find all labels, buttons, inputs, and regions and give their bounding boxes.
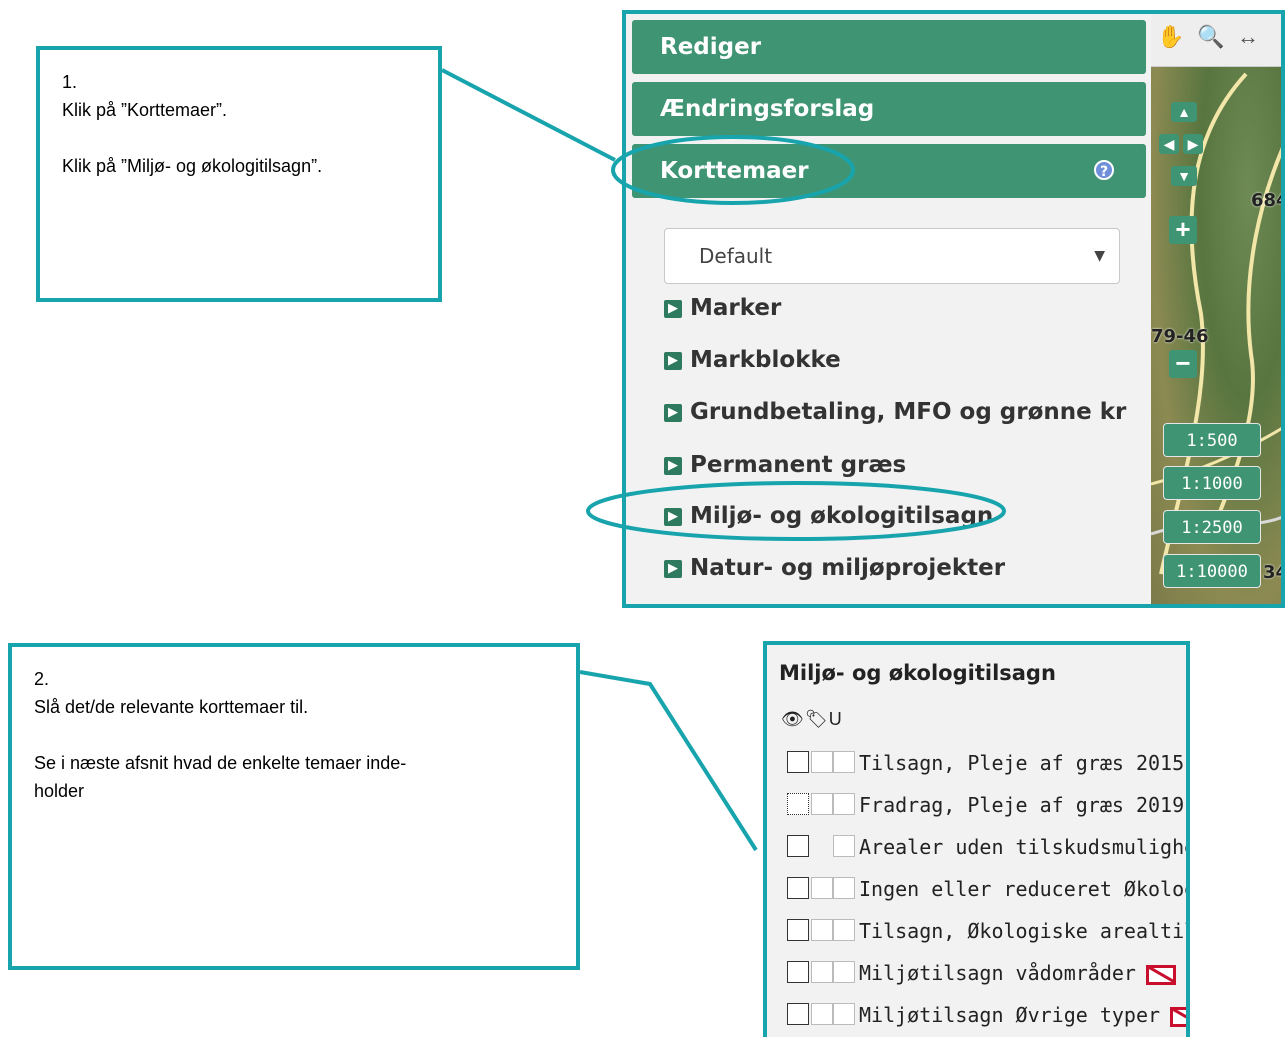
layer-label: Permanent græs bbox=[690, 452, 907, 478]
snap-checkbox[interactable] bbox=[833, 751, 855, 773]
zoom-magnifier-icon[interactable]: 🔍 bbox=[1197, 24, 1224, 50]
snap-checkbox[interactable] bbox=[833, 793, 855, 815]
expand-arrow-icon: ▶ bbox=[664, 403, 682, 422]
pan-down-icon[interactable]: ▼ bbox=[1171, 166, 1197, 186]
layer-row: Tilsagn, Pleje af græs 2015-2 bbox=[781, 749, 1190, 777]
visibility-checkbox[interactable] bbox=[787, 793, 809, 815]
pan-left-icon[interactable]: ◀ bbox=[1159, 134, 1179, 154]
accordion-label: Rediger bbox=[660, 34, 762, 60]
instruction-text: Se i næste afsnit hvad de enkelte temaer… bbox=[34, 753, 407, 773]
instruction-text: Slå det/de relevante korttemaer til. bbox=[34, 697, 309, 717]
screenshot-korttemaer-panel: Rediger Ændringsforslag Korttemaer ? Def… bbox=[622, 10, 1285, 608]
zoom-out-button[interactable]: − bbox=[1169, 350, 1197, 378]
instruction-text: Klik på ”Korttemaer”. bbox=[62, 100, 228, 120]
layer-name: Tilsagn, Økologiske arealtilsk bbox=[859, 919, 1190, 943]
layer-row: Fradrag, Pleje af græs 2019 | bbox=[781, 791, 1190, 819]
instruction-text: holder bbox=[34, 781, 85, 801]
layer-label: Markblokke bbox=[690, 347, 841, 373]
legend-swatch-icon bbox=[1145, 964, 1176, 985]
layer-name: Ingen eller reduceret Økolog bbox=[859, 877, 1190, 901]
layer-group-natur-miljoeprojekter[interactable]: ▶ Natur- og miljøprojekter bbox=[664, 553, 1005, 583]
layer-label: Miljø- og økologitilsagn bbox=[690, 503, 994, 529]
layer-label: Natur- og miljøprojekter bbox=[690, 555, 1006, 581]
map-label: 684 bbox=[1251, 190, 1285, 211]
accordion-aendringsforslag[interactable]: Ændringsforslag bbox=[632, 82, 1146, 136]
layer-group-permanent-graes[interactable]: ▶ Permanent græs bbox=[664, 450, 906, 480]
scale-button-2500[interactable]: 1:2500 bbox=[1163, 510, 1261, 544]
accordion-label: Ændringsforslag bbox=[660, 96, 875, 122]
column-header-icons: 👁🏷U bbox=[781, 709, 843, 729]
pan-hand-icon[interactable]: ✋ bbox=[1157, 24, 1184, 50]
chevron-down-icon: ▼ bbox=[1094, 248, 1105, 264]
layer-label: Grundbetaling, MFO og grønne kr bbox=[690, 399, 1127, 425]
visibility-checkbox[interactable] bbox=[787, 835, 809, 857]
layer-group-miljoe-oekologitilsagn[interactable]: ▶ Miljø- og økologitilsagn bbox=[664, 501, 993, 531]
label-checkbox[interactable] bbox=[811, 751, 833, 773]
expand-arrow-icon: ▶ bbox=[664, 507, 682, 526]
layer-row: Arealer uden tilskudsmulighe bbox=[781, 833, 1190, 861]
accordion-label: Korttemaer bbox=[660, 158, 809, 184]
step-number: 1. bbox=[62, 72, 78, 92]
layer-name: Tilsagn, Pleje af græs 2015-2 bbox=[859, 751, 1190, 775]
map-label: 34 bbox=[1263, 562, 1281, 583]
label-checkbox[interactable] bbox=[811, 919, 833, 941]
accordion-korttemaer[interactable]: Korttemaer ? bbox=[632, 144, 1146, 198]
visibility-checkbox[interactable] bbox=[787, 961, 809, 983]
layer-label: Marker bbox=[690, 295, 782, 321]
scale-button-1000[interactable]: 1:1000 bbox=[1163, 466, 1261, 500]
layer-name: Fradrag, Pleje af græs 2019 | bbox=[859, 793, 1190, 817]
expand-arrow-icon: ▶ bbox=[664, 456, 682, 475]
pan-right-icon[interactable]: ▶ bbox=[1183, 134, 1203, 154]
map-view[interactable]: ✋ 🔍 ↔ ▲ ◀ ▶ ▼ + − 684 79-46 34 1:500 1:1… bbox=[1151, 14, 1285, 604]
zoom-in-button[interactable]: + bbox=[1169, 216, 1197, 244]
expand-arrow-icon: ▶ bbox=[664, 351, 682, 370]
label-checkbox[interactable] bbox=[811, 1003, 833, 1025]
snap-checkbox[interactable] bbox=[833, 877, 855, 899]
panel-title: Miljø- og økologitilsagn bbox=[779, 661, 1056, 685]
layer-group-markblokke[interactable]: ▶ Markblokke bbox=[664, 345, 841, 375]
layer-row: Miljøtilsagn vådområder bbox=[781, 959, 1186, 987]
snap-checkbox[interactable] bbox=[833, 1003, 855, 1025]
pan-up-icon[interactable]: ▲ bbox=[1171, 102, 1197, 122]
layer-row: Ingen eller reduceret Økolog bbox=[781, 875, 1190, 903]
connector-line-2 bbox=[579, 670, 758, 852]
snap-checkbox[interactable] bbox=[833, 835, 855, 857]
layer-row: Miljøtilsagn Øvrige typer bbox=[781, 1001, 1186, 1029]
layer-name: Miljøtilsagn Øvrige typer bbox=[859, 1003, 1161, 1027]
sidebar: Rediger Ændringsforslag Korttemaer ? Def… bbox=[626, 14, 1151, 604]
snap-checkbox[interactable] bbox=[833, 961, 855, 983]
visibility-checkbox[interactable] bbox=[787, 877, 809, 899]
connector-line-1 bbox=[441, 68, 616, 162]
layer-name: Miljøtilsagn vådområder bbox=[859, 961, 1136, 985]
label-checkbox[interactable] bbox=[811, 961, 833, 983]
label-checkbox[interactable] bbox=[811, 877, 833, 899]
step-number: 2. bbox=[34, 669, 50, 689]
instruction-callout-2: 2. Slå det/de relevante korttemaer til. … bbox=[8, 643, 580, 970]
scale-button-10000[interactable]: 1:10000 bbox=[1163, 554, 1261, 588]
map-toolbar: ✋ 🔍 ↔ bbox=[1151, 14, 1281, 67]
scale-button-500[interactable]: 1:500 bbox=[1163, 423, 1261, 457]
layer-group-grundbetaling[interactable]: ▶ Grundbetaling, MFO og grønne kr bbox=[664, 397, 1126, 427]
layer-row: Tilsagn, Økologiske arealtilsk bbox=[781, 917, 1190, 945]
theme-select[interactable]: Default ▼ bbox=[664, 228, 1120, 284]
expand-arrow-icon: ▶ bbox=[664, 559, 682, 578]
accordion-rediger[interactable]: Rediger bbox=[632, 20, 1146, 74]
instruction-callout-1: 1. Klik på ”Korttemaer”. Klik på ”Miljø-… bbox=[36, 46, 442, 302]
visibility-checkbox[interactable] bbox=[787, 751, 809, 773]
label-checkbox[interactable] bbox=[811, 793, 833, 815]
layer-group-marker[interactable]: ▶ Marker bbox=[664, 293, 781, 323]
select-value: Default bbox=[699, 244, 773, 268]
visibility-checkbox[interactable] bbox=[787, 1003, 809, 1025]
measure-icon[interactable]: ↔ bbox=[1237, 24, 1259, 50]
expand-arrow-icon: ▶ bbox=[664, 299, 682, 318]
instruction-text: Klik på ”Miljø- og økologitilsagn”. bbox=[62, 156, 323, 176]
help-icon[interactable]: ? bbox=[1094, 160, 1114, 180]
snap-checkbox[interactable] bbox=[833, 919, 855, 941]
visibility-checkbox[interactable] bbox=[787, 919, 809, 941]
layer-name: Arealer uden tilskudsmulighe bbox=[859, 835, 1190, 859]
screenshot-layer-list-panel: Miljø- og økologitilsagn 👁🏷U Tilsagn, Pl… bbox=[763, 641, 1190, 1037]
legend-swatch-icon bbox=[1170, 1006, 1186, 1027]
map-label: 79-46 bbox=[1151, 326, 1209, 347]
